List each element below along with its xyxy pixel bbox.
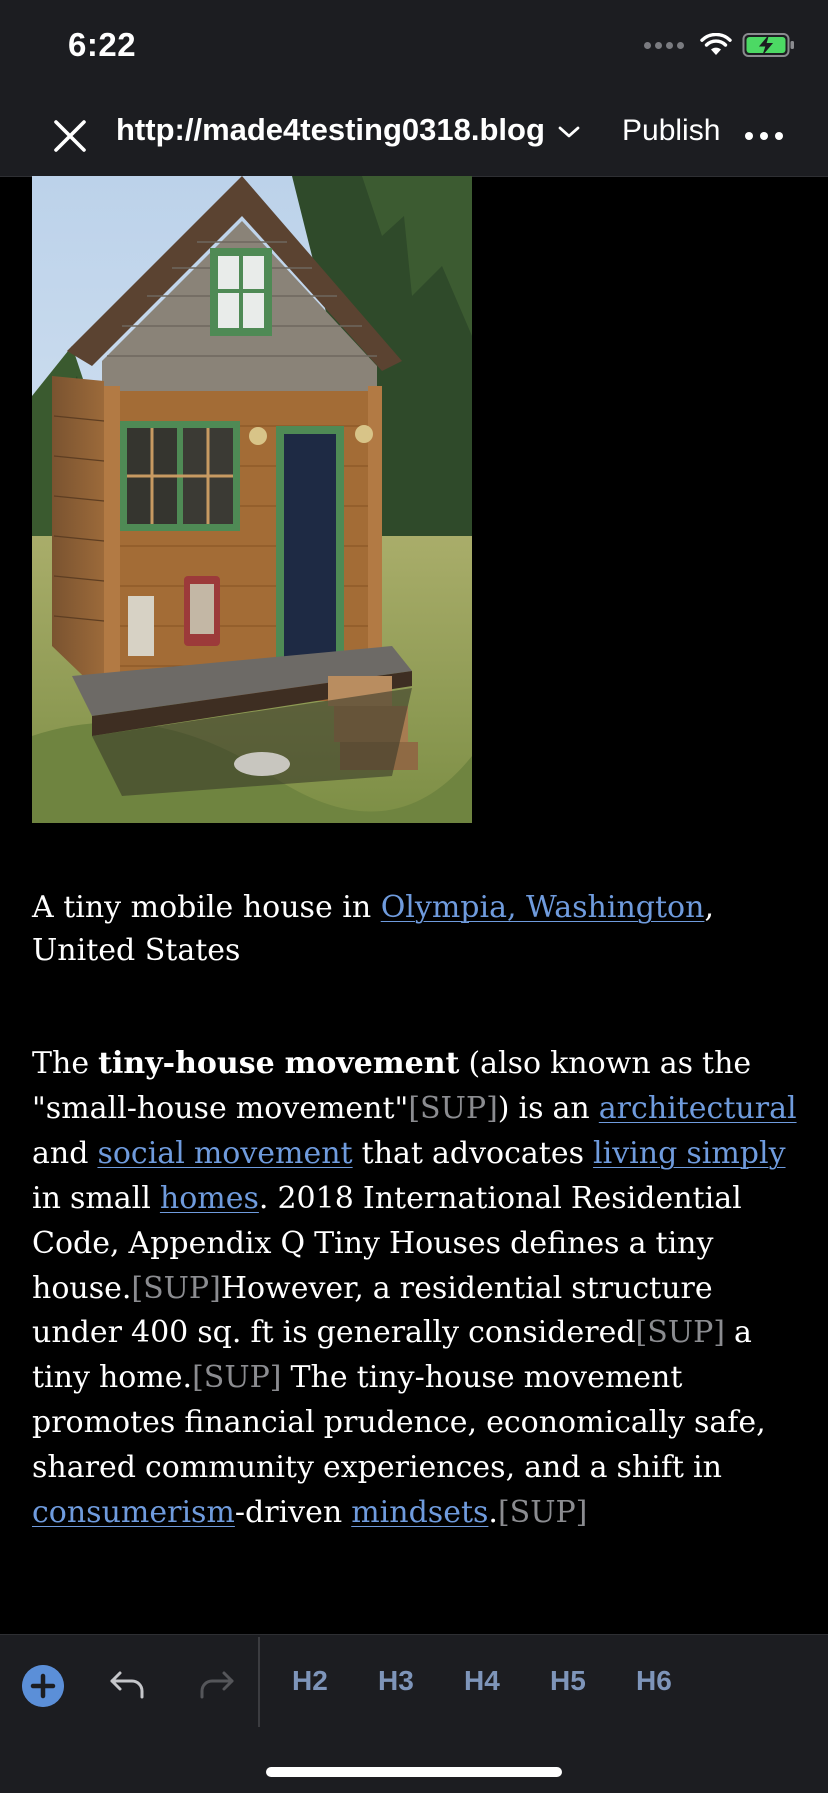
text: ) is an bbox=[497, 1090, 599, 1126]
editor-nav-bar: http://made4testing0318.blog Publish bbox=[0, 96, 828, 177]
image-caption: A tiny mobile house in Olympia, Washingt… bbox=[32, 886, 802, 972]
sup-marker: [SUP] bbox=[192, 1360, 282, 1396]
text: . bbox=[488, 1495, 498, 1531]
link-mindsets[interactable]: mindsets bbox=[351, 1495, 488, 1530]
text: that advocates bbox=[352, 1135, 594, 1171]
tiny-house-image[interactable] bbox=[32, 176, 472, 823]
redo-icon bbox=[200, 1671, 234, 1699]
chevron-down-icon bbox=[558, 126, 580, 138]
text: -driven bbox=[234, 1495, 352, 1531]
publish-button[interactable]: Publish bbox=[622, 114, 720, 148]
home-indicator[interactable] bbox=[266, 1767, 562, 1777]
close-icon[interactable] bbox=[50, 116, 90, 156]
text: in small bbox=[32, 1180, 160, 1216]
site-switcher[interactable]: http://made4testing0318.blog bbox=[116, 112, 581, 148]
cellular-dots-icon bbox=[644, 41, 684, 49]
battery-charging-icon bbox=[742, 33, 794, 57]
bold-text: tiny-house movement bbox=[98, 1046, 460, 1081]
sup-marker: [SUP] bbox=[497, 1495, 588, 1531]
heading-h2-button[interactable]: H2 bbox=[292, 1665, 328, 1697]
heading-h3-button[interactable]: H3 bbox=[378, 1665, 414, 1697]
sup-marker: [SUP] bbox=[408, 1090, 498, 1126]
status-bar: 6:22 bbox=[0, 0, 828, 96]
link-architectural[interactable]: architectural bbox=[599, 1091, 797, 1126]
article-paragraph: The tiny-house movement (also known as t… bbox=[32, 1042, 807, 1536]
link-consumerism[interactable]: consumerism bbox=[32, 1495, 235, 1530]
sup-marker: [SUP] bbox=[635, 1315, 725, 1351]
post-content[interactable]: A tiny mobile house in Olympia, Washingt… bbox=[0, 176, 828, 1634]
more-horizontal-icon[interactable] bbox=[744, 126, 784, 146]
caption-link-olympia[interactable]: Olympia, Washington bbox=[381, 890, 705, 925]
link-social-movement[interactable]: social movement bbox=[97, 1136, 352, 1171]
site-url: http://made4testing0318.blog bbox=[116, 112, 545, 147]
plus-circle-icon[interactable] bbox=[22, 1665, 64, 1707]
undo-icon[interactable] bbox=[108, 1667, 148, 1703]
heading-h5-button[interactable]: H5 bbox=[550, 1665, 586, 1697]
text: The bbox=[32, 1046, 99, 1081]
sup-marker: [SUP] bbox=[131, 1270, 221, 1306]
link-living-simply[interactable]: living simply bbox=[593, 1136, 785, 1171]
text: and bbox=[32, 1135, 98, 1171]
heading-h6-button[interactable]: H6 bbox=[636, 1665, 672, 1697]
heading-h4-button[interactable]: H4 bbox=[464, 1665, 500, 1697]
status-icons bbox=[644, 32, 796, 58]
toolbar-divider bbox=[258, 1637, 260, 1727]
status-time: 6:22 bbox=[68, 26, 137, 63]
link-homes[interactable]: homes bbox=[160, 1181, 259, 1216]
wifi-icon bbox=[700, 33, 732, 55]
caption-text: A tiny mobile house in bbox=[32, 890, 381, 925]
